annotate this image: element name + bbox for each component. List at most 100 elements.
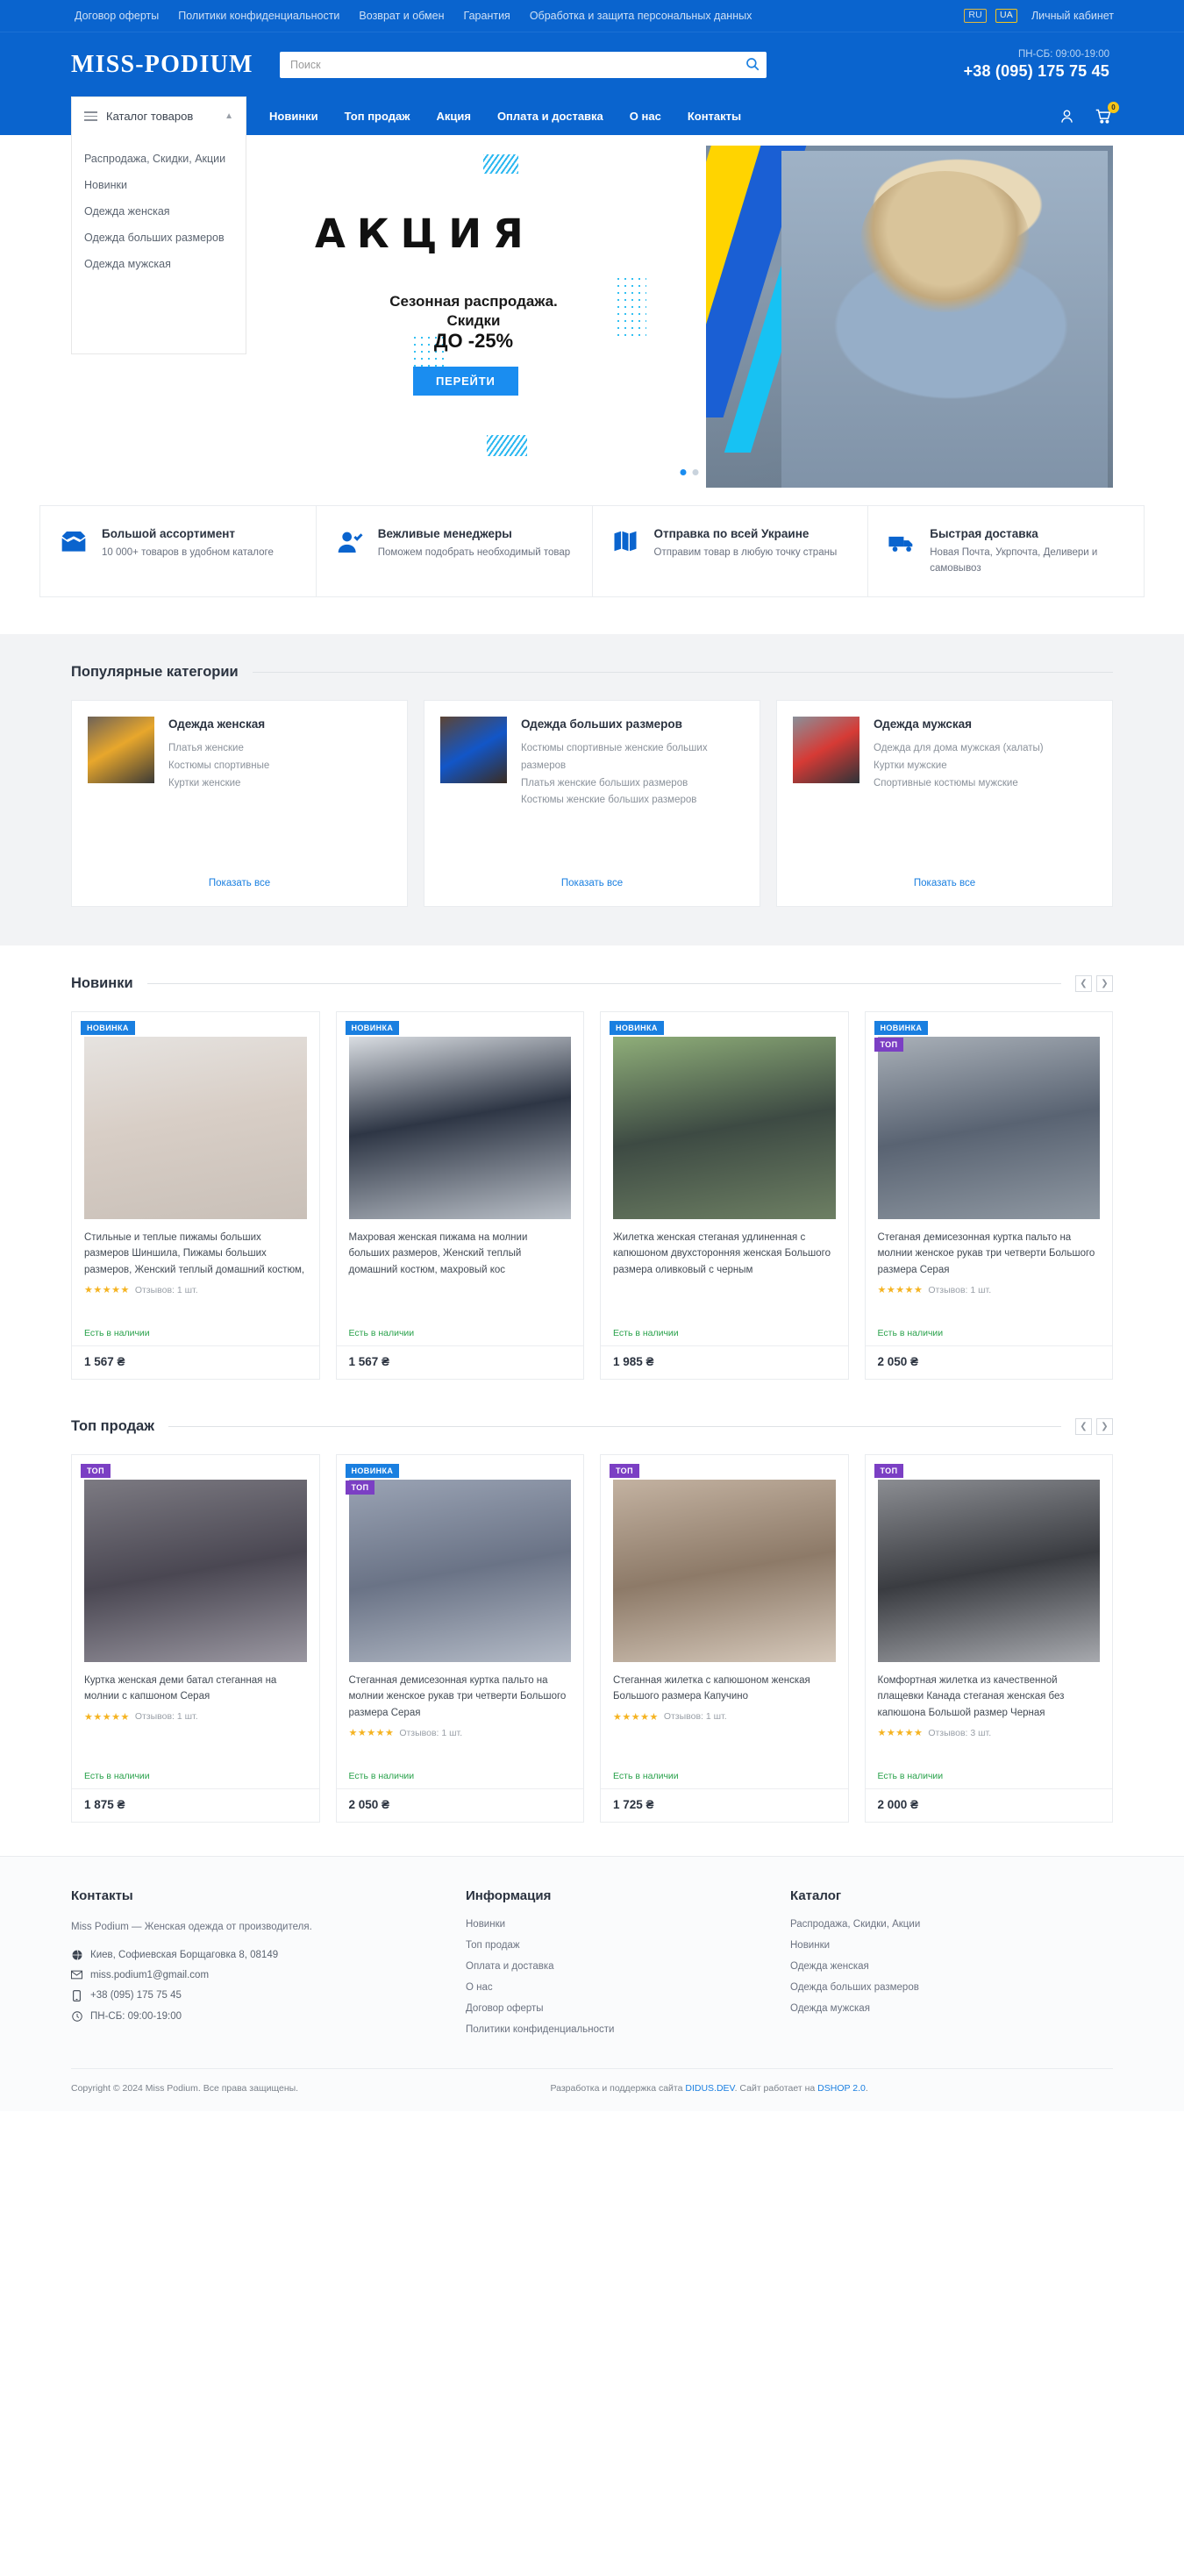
footer-info-link[interactable]: Оплата и доставка <box>466 1961 755 1972</box>
product-card[interactable]: НОВИНКА Жилетка женская стеганая удлинен… <box>600 1010 849 1380</box>
promo-banner[interactable]: АКЦИЯ Сезонная распродажа. Скидки ДО -25… <box>266 146 1113 488</box>
category-sub-item[interactable]: Платья женские больших размеров <box>521 775 744 793</box>
category-sub-item[interactable]: Куртки мужские <box>874 758 1044 775</box>
category-sub-item[interactable]: Костюмы спортивные <box>168 758 269 775</box>
footer-catalog-link[interactable]: Одежда мужская <box>790 2003 1080 2014</box>
product-title[interactable]: Стильные и теплые пижамы больших размеро… <box>84 1230 307 1279</box>
slider-dot-2[interactable] <box>692 469 699 475</box>
engine-link[interactable]: DSHOP 2.0 <box>817 2083 866 2094</box>
footer-catalog-link[interactable]: Одежда больших размеров <box>790 1982 1080 1993</box>
catalog-item-sale[interactable]: Распродажа, Скидки, Акции <box>72 146 246 172</box>
category-sub-item[interactable]: Платья женские <box>168 740 269 758</box>
product-price: 1 567 ₴ <box>348 1354 390 1368</box>
category-sub-item[interactable]: Куртки женские <box>168 775 269 793</box>
nav-link-about[interactable]: О нас <box>630 110 661 123</box>
topbar-link-offer[interactable]: Договор оферты <box>75 10 159 22</box>
category-sub-item[interactable]: Костюмы спортивные женские больших разме… <box>521 740 744 775</box>
nav-link-top-prodazh[interactable]: Топ продаж <box>345 110 410 123</box>
footer-catalog-link[interactable]: Распродажа, Скидки, Акции <box>790 1919 1080 1930</box>
personal-cabinet-link[interactable]: Личный кабинет <box>1031 10 1114 22</box>
catalog-item-plus-size[interactable]: Одежда больших размеров <box>72 225 246 251</box>
category-sub-item[interactable]: Спортивные костюмы мужские <box>874 775 1044 793</box>
box-icon <box>60 528 89 560</box>
category-sub-item[interactable]: Одежда для дома мужская (халаты) <box>874 740 1044 758</box>
header-phone[interactable]: +38 (095) 175 75 45 <box>964 62 1109 81</box>
topbar-link-privacy[interactable]: Политики конфиденциальности <box>178 10 339 22</box>
product-title[interactable]: Стеганная жилетка с капюшоном женская Бо… <box>613 1673 836 1705</box>
product-image <box>613 1036 836 1219</box>
footer-info-link[interactable]: Договор оферты <box>466 2003 755 2014</box>
banner-cta-button[interactable]: ПЕРЕЙТИ <box>413 367 518 396</box>
category-card[interactable]: Одежда мужская Одежда для дома мужская (… <box>776 699 1113 907</box>
product-image <box>348 1036 571 1219</box>
dev-prefix: Разработка и поддержка сайта <box>550 2082 686 2094</box>
footer-heading: Контакты <box>71 1887 133 1903</box>
categories-section-header: Популярные категории <box>71 664 1113 681</box>
cart-button[interactable]: 0 <box>1095 101 1119 125</box>
category-card[interactable]: Одежда больших размеров Костюмы спортивн… <box>424 699 760 907</box>
footer-info-link[interactable]: Новинки <box>466 1919 755 1930</box>
footer-phone[interactable]: +38 (095) 175 75 45 <box>90 1990 182 2001</box>
category-thumbnail <box>88 716 154 783</box>
product-card[interactable]: ТОП Куртка женская деми батал стеганная … <box>71 1453 320 1823</box>
developer-link[interactable]: DIDUS.DEV <box>685 2083 734 2094</box>
footer-catalog-link[interactable]: Одежда женская <box>790 1961 1080 1972</box>
catalog-item-new[interactable]: Новинки <box>72 172 246 198</box>
slider-dot-1[interactable] <box>680 469 687 475</box>
product-price: 1 567 ₴ <box>84 1354 125 1368</box>
nav-link-novinki[interactable]: Новинки <box>269 110 318 123</box>
footer-info-link[interactable]: О нас <box>466 1982 755 1993</box>
category-show-all-link[interactable]: Показать все <box>561 878 623 888</box>
product-title[interactable]: Махровая женская пижама на молнии больши… <box>349 1230 572 1279</box>
nav-link-payment-delivery[interactable]: Оплата и доставка <box>497 110 603 123</box>
category-sub-item[interactable]: Костюмы женские больших размеров <box>521 792 744 810</box>
top-sales-section: Топ продаж ❮ ❯ ТОП Куртка женская деми б… <box>0 1388 1184 1831</box>
product-title[interactable]: Куртка женская деми батал стеганная на м… <box>84 1673 307 1705</box>
topbar-link-return[interactable]: Возврат и обмен <box>359 10 444 22</box>
footer-info-link[interactable]: Топ продаж <box>466 1940 755 1951</box>
product-card[interactable]: НОВИНКА ТОП Стеганная демисезонная куртк… <box>335 1453 584 1823</box>
footer-catalog-column: Каталог Распродажа, Скидки, Акции Новинк… <box>790 1888 1080 2045</box>
category-show-all-link[interactable]: Показать все <box>914 878 975 888</box>
footer-catalog-link[interactable]: Новинки <box>790 1940 1080 1951</box>
account-button[interactable] <box>1059 108 1075 125</box>
product-title[interactable]: Жилетка женская стеганая удлиненная с ка… <box>613 1230 836 1279</box>
nav-link-akciya[interactable]: Акция <box>436 110 470 123</box>
product-title[interactable]: Комфортная жилетка из качественной плаще… <box>878 1673 1101 1722</box>
footer-email-row[interactable]: miss.podium1@gmail.com <box>71 1970 431 1980</box>
footer-email[interactable]: miss.podium1@gmail.com <box>90 1970 209 1980</box>
carousel-prev-button[interactable]: ❮ <box>1075 974 1092 992</box>
carousel-prev-button[interactable]: ❮ <box>1075 1417 1092 1435</box>
carousel-next-button[interactable]: ❯ <box>1096 1417 1113 1435</box>
catalog-dropdown-button[interactable]: Каталог товаров ▲ <box>71 96 246 135</box>
catalog-item-women[interactable]: Одежда женская <box>72 198 246 225</box>
nav-link-contacts[interactable]: Контакты <box>688 110 741 123</box>
catalog-item-men[interactable]: Одежда мужская <box>72 251 246 277</box>
product-card[interactable]: НОВИНКА Стильные и теплые пижамы больших… <box>71 1010 320 1380</box>
product-image <box>877 1479 1100 1662</box>
product-card[interactable]: НОВИНКА ТОП Стеганая демисезонная куртка… <box>864 1010 1113 1380</box>
category-card[interactable]: Одежда женская Платья женские Костюмы сп… <box>71 699 408 907</box>
footer-info-link[interactable]: Политики конфиденциальности <box>466 2024 755 2035</box>
footer-phone-row[interactable]: +38 (095) 175 75 45 <box>71 1989 431 2002</box>
topbar-link-personal-data[interactable]: Обработка и защита персональных данных <box>530 10 752 22</box>
product-card[interactable]: ТОП Стеганная жилетка с капюшоном женска… <box>600 1453 849 1823</box>
product-image <box>613 1479 836 1662</box>
topbar-link-warranty[interactable]: Гарантия <box>464 10 510 22</box>
language-switch-ru[interactable]: RU <box>964 9 987 23</box>
language-switch-ua[interactable]: UA <box>995 9 1017 23</box>
site-logo[interactable]: MISS-PODIUM <box>71 51 273 79</box>
feature-title: Отправка по всей Украине <box>653 527 810 540</box>
product-card[interactable]: ТОП Комфортная жилетка из качественной п… <box>864 1453 1113 1823</box>
search-input[interactable] <box>280 51 767 78</box>
product-title[interactable]: Стеганная демисезонная куртка пальто на … <box>349 1673 572 1722</box>
product-title[interactable]: Стеганая демисезонная куртка пальто на м… <box>878 1230 1101 1279</box>
carousel-next-button[interactable]: ❯ <box>1096 974 1113 992</box>
banner-text-side: АКЦИЯ Сезонная распродажа. Скидки ДО -25… <box>266 146 706 488</box>
search-button[interactable] <box>744 56 761 74</box>
product-price: 2 050 ₴ <box>877 1354 919 1368</box>
product-card[interactable]: НОВИНКА Махровая женская пижама на молни… <box>335 1010 584 1380</box>
badge-top: ТОП <box>345 1480 375 1495</box>
category-show-all-link[interactable]: Показать все <box>209 878 270 888</box>
rating-stars: ★★★★★ <box>348 1728 395 1739</box>
